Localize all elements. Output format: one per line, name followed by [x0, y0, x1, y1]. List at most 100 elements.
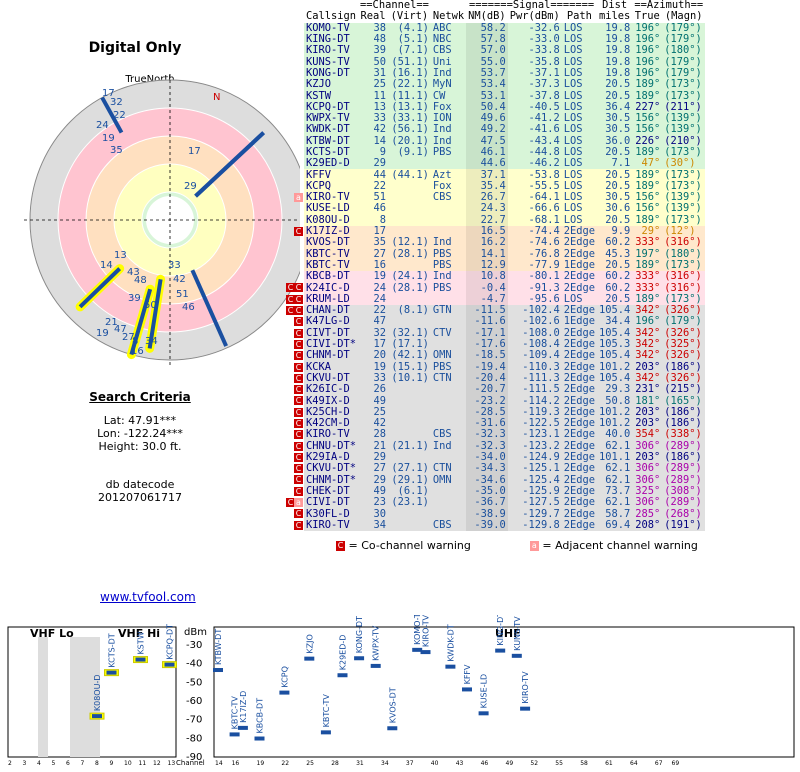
dbm-label: dBm [184, 627, 207, 638]
longitude-text: Lon: -122.24*** [97, 427, 183, 440]
virtual-channel-cell [388, 158, 431, 169]
callsign-cell: KZJO [306, 78, 332, 91]
tvfool-link[interactable]: www.tvfool.com [100, 590, 196, 604]
co-channel-warning-icon: C [336, 541, 345, 551]
distance-cell: 50.8 [605, 394, 631, 407]
callsign-cell: KSTW [306, 89, 332, 102]
column-header: True [634, 10, 660, 23]
polar-channel-label: 48 [134, 275, 147, 286]
table-row[interactable]: CHNM-DT 20 (42.1) OMN -18.5 -109.4 2Edge 105.4 3… [304, 349, 706, 362]
table-row[interactable]: KIRO-TV 39 (7.1) CBS 57.0 -33.8 LOS 19.8 196° (18… [304, 44, 706, 57]
virtual-channel-cell [388, 203, 431, 214]
table-row[interactable]: KIRO-TV 28 CBS -32.3 -123.1 2Edge 40.0 354° (338… [304, 429, 706, 441]
co-channel-warning-icon: C [294, 373, 303, 383]
station-mark-label: KCTS-DT [108, 633, 117, 667]
x-tick-label: 10 [124, 760, 132, 767]
x-tick-label: 14 [215, 760, 223, 767]
station-mark [320, 730, 331, 735]
x-tick-label: 40 [431, 760, 439, 767]
polar-channel-label: 19 [96, 328, 109, 339]
distance-cell: 7.1 [611, 157, 631, 170]
co-channel-warning-icon: C [294, 509, 303, 519]
x-tick-label: 31 [356, 760, 364, 767]
network-cell: Ind [432, 270, 452, 283]
table-row[interactable]: CIVI-DT 23 (23.1) -36.7 -127.5 2Edge 62.1 306°(… [304, 496, 706, 509]
table-row[interactable]: KIRO-TV 34 CBS -39.0 -129.8 2Edge 69.4 208° (191… [304, 518, 706, 531]
noise-margin-cell: 44.6 [466, 158, 508, 170]
station-table: ==Channel== =======Signal======= Dist ==… [304, 0, 800, 531]
y-tick-label: -60 [186, 696, 202, 707]
network-cell: CTN [432, 371, 452, 384]
column-header: Path [566, 10, 592, 23]
power-cell: -33.8 [528, 44, 560, 57]
x-tick-label: 7 [81, 760, 85, 767]
column-header: Pwr(dBm) [509, 10, 560, 23]
table-row[interactable]: CKVU-DT* 27 (27.1) CTN -34.3 -125.1 2Edge 62.1 3… [304, 462, 706, 475]
virtual-channel-cell [388, 418, 431, 429]
true-azimuth-cell: 196° [635, 315, 661, 328]
true-azimuth-cell: 306° [635, 462, 661, 475]
table-row[interactable]: K26IC-D 26 -20.7 -111.5 2Edge 29.3 231° (215°) [304, 383, 706, 396]
table-row[interactable]: KVOS-DT 35 (12.1) Ind 16.2 -74.6 2Edge 60.2 333°… [304, 236, 706, 249]
db-datecode-value: 201207061717 [98, 491, 182, 504]
station-mark-label: KUNS-TV [513, 616, 522, 651]
callsign-cell: CIVI-DT [306, 496, 350, 509]
adjacent-channel-legend-text: = Adjacent channel warning [542, 539, 698, 552]
noise-margin-cell: -36.7 [466, 497, 508, 509]
magnetic-azimuth-cell: (268°) [664, 507, 702, 520]
true-azimuth-cell: 189° [635, 78, 661, 91]
station-mark [370, 663, 381, 668]
table-row[interactable]: K30FL-D 30 -38.9 -129.7 2Edge 58.7 285° (268°) [304, 507, 706, 520]
virtual-channel-cell: (12.1) [391, 236, 429, 249]
column-header: miles [599, 10, 631, 23]
real-channel-cell: 19 [373, 270, 386, 283]
table-row[interactable]: K29ED-D 29 44.6 -46.2 LOS 7.1 47° (30°) [304, 157, 706, 170]
network-cell: CTN [432, 462, 452, 475]
station-mark-label: KVOS-DT [388, 687, 397, 723]
noise-margin-cell: 53.1 [466, 90, 508, 102]
db-datecode-label: db datecode [105, 478, 175, 491]
real-channel-cell: 11 [373, 89, 386, 102]
table-row[interactable]: K47LG-D 47 -11.6 -102.6 1Edge 34.4 196° (179°) [304, 315, 706, 328]
table-row[interactable]: KWDK-DT 42 (56.1) Ind 49.2 -41.6 LOS 30.5 156° (1… [304, 124, 706, 136]
table-row[interactable]: KSTW 11 (11.1) CW 53.1 -37.8 LOS 20.5 189° (173°) [304, 89, 706, 102]
co-channel-warning-icon: C [294, 441, 303, 451]
magnetic-azimuth-cell: (326°) [664, 349, 702, 362]
station-mark [254, 736, 265, 741]
power-cell: -80.1 [528, 270, 560, 283]
true-azimuth-cell: 196° [635, 44, 661, 57]
station-mark-label: K08OU-D [93, 674, 102, 711]
co-channel-legend-text: = Co-channel warning [348, 539, 471, 552]
virtual-channel-cell [388, 395, 431, 406]
callsign-cell: K29ED-D [306, 157, 350, 170]
real-channel-cell: 39 [373, 44, 386, 57]
station-mark [337, 673, 348, 678]
polar-channel-label: 13 [114, 250, 127, 261]
station-mark-label: KIRO-TV [521, 671, 530, 704]
network-cell [431, 316, 466, 327]
power-cell: -129.8 [522, 518, 560, 531]
station-mark-label: KUSE-LD [480, 674, 489, 709]
vhf-gap-band [38, 637, 48, 757]
polar-channel-label: 39 [128, 293, 141, 304]
power-cell: -111.5 [522, 383, 560, 396]
table-row[interactable]: KBCB-DT 19 (24.1) Ind 10.8 -80.1 2Edge 60.2 333°… [304, 270, 706, 283]
true-azimuth-cell: 189° [635, 89, 661, 102]
distance-cell: 105.4 [599, 349, 631, 362]
table-row[interactable]: KUSE-LD 46 24.3 -66.6 LOS 30.6 156° (139°) [304, 203, 706, 215]
network-cell: CBS [432, 518, 452, 531]
x-tick-label: 64 [630, 760, 638, 767]
table-row[interactable]: KZJO 25 (22.1) MyN 53.4 -37.3 LOS 20.5 189° (173°… [304, 78, 706, 91]
column-header: NM(dB) [468, 10, 506, 23]
real-channel-cell: 23 [373, 496, 386, 509]
network-cell: PBS [432, 281, 452, 294]
power-cell: -37.8 [528, 89, 560, 102]
table-row[interactable]: K49IX-D 49 -23.2 -114.2 2Edge 50.8 181° (165°) [304, 394, 706, 407]
network-cell: CBS [432, 191, 452, 204]
polar-channel-label: 51 [176, 289, 189, 300]
callsign-cell: K49IX-D [306, 394, 350, 407]
real-channel-cell: 20 [373, 349, 386, 362]
virtual-channel-cell [388, 429, 431, 440]
noise-margin-cell: -32.3 [466, 429, 508, 441]
station-mark [213, 668, 223, 673]
